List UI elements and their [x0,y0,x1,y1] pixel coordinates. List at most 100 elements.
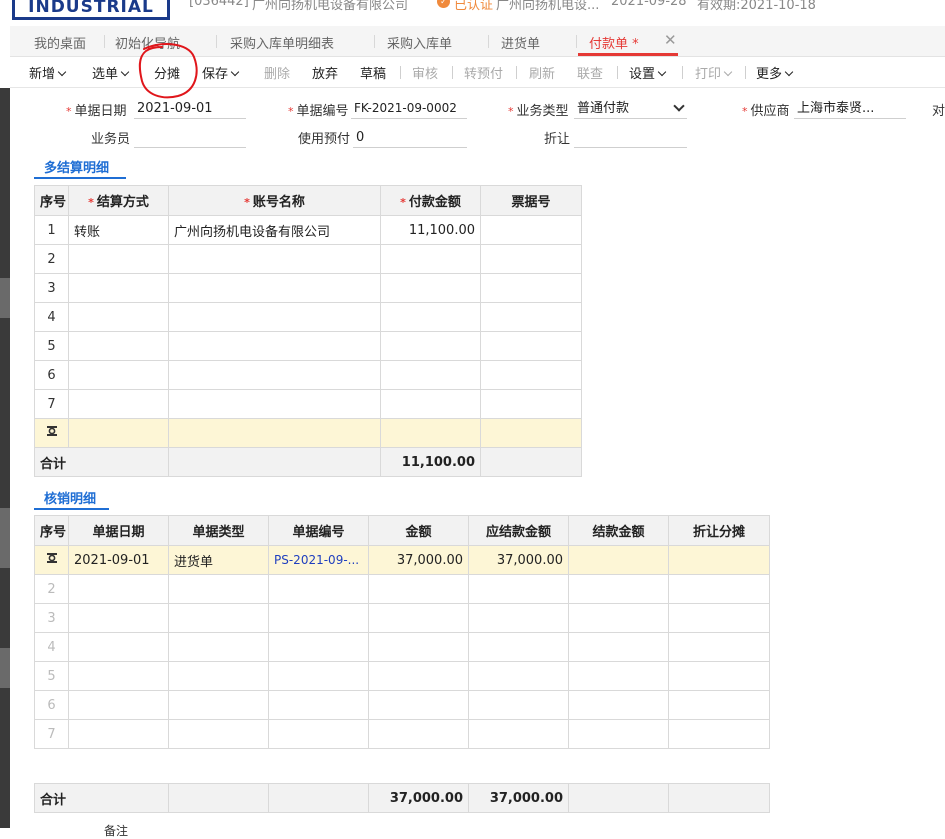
refresh-button[interactable]: 刷新 [529,63,555,82]
cell-doc-date[interactable] [68,690,169,720]
tab-init-nav[interactable]: 初始化导航 [115,33,180,52]
cell-discount-alloc[interactable] [668,690,770,720]
cell-settled-amount[interactable] [568,574,669,604]
table-row-active[interactable]: 2021-09-01 进货单 PS-2021-09-... 37,000.00 … [34,545,770,575]
cell-discount-alloc[interactable] [668,632,770,662]
cell-doc-date[interactable] [68,574,169,604]
to-prepay-button[interactable]: 转预付 [464,63,503,82]
cell-account-name[interactable] [168,360,381,390]
draft-button[interactable]: 草稿 [360,63,386,82]
table-row[interactable]: 6 [34,360,582,390]
cell-doc-no[interactable] [268,603,369,633]
cell-doc-type[interactable] [168,719,269,749]
table-row-active[interactable] [34,418,582,448]
doc-date-field[interactable]: 2021-09-01 [134,99,246,119]
cell-settled-amount[interactable] [568,545,669,575]
cell-settle-method[interactable] [68,331,169,361]
cell-bill-no[interactable] [480,302,582,332]
cell-due-amount[interactable] [468,719,569,749]
audit-button[interactable]: 审核 [412,63,438,82]
cell-bill-no[interactable] [480,389,582,419]
tab-desktop[interactable]: 我的桌面 [34,33,86,52]
cell-amount[interactable]: 37,000.00 [368,545,469,575]
cell-settle-method[interactable] [68,302,169,332]
cell-amount[interactable] [368,690,469,720]
delete-button[interactable]: 删除 [264,63,290,82]
table-row[interactable]: 4 [34,632,770,662]
cell-doc-date[interactable] [68,603,169,633]
prepay-field[interactable]: 0 [353,128,467,148]
abandon-button[interactable]: 放弃 [312,63,338,82]
cell-amount[interactable] [368,632,469,662]
cell-amount[interactable] [368,719,469,749]
cell-payment-amount[interactable] [380,389,481,419]
cell-settled-amount[interactable] [568,719,669,749]
cell-payment-amount[interactable] [380,331,481,361]
select-doc-button[interactable]: 选单 [92,63,130,82]
cell-doc-type[interactable] [168,603,269,633]
table-row[interactable]: 6 [34,690,770,720]
cell-account-name[interactable] [168,302,381,332]
cell-account-name[interactable] [168,418,381,448]
table-row[interactable]: 5 [34,661,770,691]
table-row[interactable]: 3 [34,603,770,633]
cell-due-amount[interactable] [468,574,569,604]
cell-settled-amount[interactable] [568,632,669,662]
cell-doc-type[interactable] [168,574,269,604]
cell-discount-alloc[interactable] [668,603,770,633]
row-settings-button[interactable] [34,545,69,575]
cell-doc-date[interactable]: 2021-09-01 [68,545,169,575]
table-row[interactable]: 1 转账 广州向扬机电设备有限公司 11,100.00 [34,215,582,245]
cell-due-amount[interactable] [468,603,569,633]
cell-due-amount[interactable] [468,690,569,720]
supplier-field[interactable]: 上海市泰贤... [794,99,906,119]
tab-purchase-detail-report[interactable]: 采购入库单明细表 [230,33,334,52]
tab-purchase-inbound[interactable]: 采购入库单 [387,33,452,52]
table-row[interactable]: 7 [34,719,770,749]
close-icon[interactable]: ✕ [664,31,677,49]
cell-payment-amount[interactable] [380,244,481,274]
settings-button[interactable]: 设置 [629,63,667,82]
row-settings-button[interactable] [34,418,69,448]
cell-doc-no[interactable] [268,690,369,720]
more-button[interactable]: 更多 [756,63,794,82]
verify-section-title[interactable]: 核销明细 [44,488,96,507]
cell-settle-method[interactable] [68,418,169,448]
cell-settle-method[interactable] [68,273,169,303]
cell-bill-no[interactable] [480,360,582,390]
cell-doc-date[interactable] [68,661,169,691]
cell-settled-amount[interactable] [568,603,669,633]
save-button[interactable]: 保存 [202,63,240,82]
tab-purchase-order[interactable]: 进货单 [501,33,540,52]
cell-doc-no[interactable] [268,719,369,749]
cell-doc-type[interactable]: 进货单 [168,545,269,575]
cell-doc-date[interactable] [68,632,169,662]
auth-status[interactable]: 已认证 [454,0,493,13]
tab-payment[interactable]: 付款单 * [589,33,639,52]
discount-field[interactable] [574,128,687,148]
cell-due-amount[interactable]: 37,000.00 [468,545,569,575]
cell-bill-no[interactable] [480,244,582,274]
cell-discount-alloc[interactable] [668,545,770,575]
table-row[interactable]: 2 [34,574,770,604]
table-row[interactable]: 3 [34,273,582,303]
table-row[interactable]: 4 [34,302,582,332]
cell-doc-date[interactable] [68,719,169,749]
cell-payment-amount[interactable] [380,273,481,303]
cell-settle-method[interactable] [68,360,169,390]
cell-bill-no[interactable] [480,418,582,448]
biz-type-select[interactable]: 普通付款 [574,99,687,119]
cell-amount[interactable] [368,661,469,691]
cell-amount[interactable] [368,574,469,604]
cell-settled-amount[interactable] [568,690,669,720]
cell-payment-amount[interactable] [380,418,481,448]
cell-doc-type[interactable] [168,661,269,691]
cell-account-name[interactable] [168,389,381,419]
salesman-field[interactable] [134,128,246,148]
table-row[interactable]: 5 [34,331,582,361]
cell-doc-type[interactable] [168,632,269,662]
cell-settle-method[interactable] [68,244,169,274]
cell-payment-amount[interactable]: 11,100.00 [380,215,481,245]
table-row[interactable]: 2 [34,244,582,274]
cell-doc-no[interactable] [268,574,369,604]
